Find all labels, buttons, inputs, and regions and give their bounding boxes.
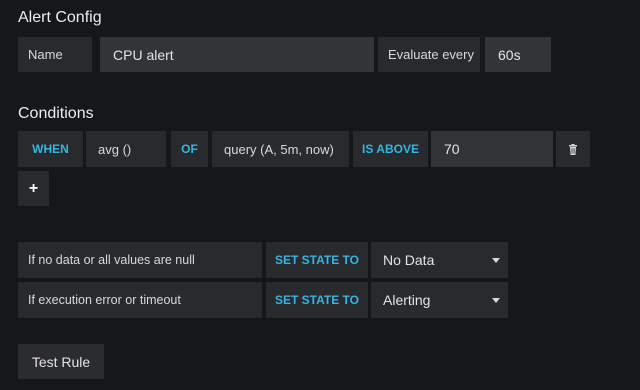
trash-icon [569,143,577,155]
evaluate-every-input[interactable]: 60s [485,37,551,72]
chevron-down-icon [492,257,500,263]
chevron-down-icon [492,297,500,303]
name-label: Name [18,37,92,72]
evaluate-every-label: Evaluate every [378,37,480,72]
alert-config-heading: Alert Config [18,9,102,26]
conditions-heading: Conditions [18,105,94,122]
reducer-select[interactable]: avg () [86,131,166,167]
no-data-state-select[interactable]: No Data [371,242,508,278]
when-keyword: WHEN [18,131,83,167]
evaluator-select[interactable]: IS ABOVE [353,131,428,167]
exec-error-label: If execution error or timeout [18,282,262,318]
query-select[interactable]: query (A, 5m, now) [212,131,349,167]
no-data-set-state-keyword: SET STATE TO [266,242,368,278]
exec-error-state-value: Alerting [383,292,431,308]
delete-condition-button[interactable] [556,131,590,167]
exec-error-state-select[interactable]: Alerting [371,282,508,318]
threshold-input[interactable]: 70 [431,131,553,167]
name-input[interactable]: CPU alert [100,37,374,72]
no-data-state-value: No Data [383,252,435,268]
of-keyword: OF [171,131,208,167]
exec-error-set-state-keyword: SET STATE TO [266,282,368,318]
add-condition-button[interactable]: + [18,171,49,206]
test-rule-button[interactable]: Test Rule [18,344,104,379]
no-data-label: If no data or all values are null [18,242,262,278]
